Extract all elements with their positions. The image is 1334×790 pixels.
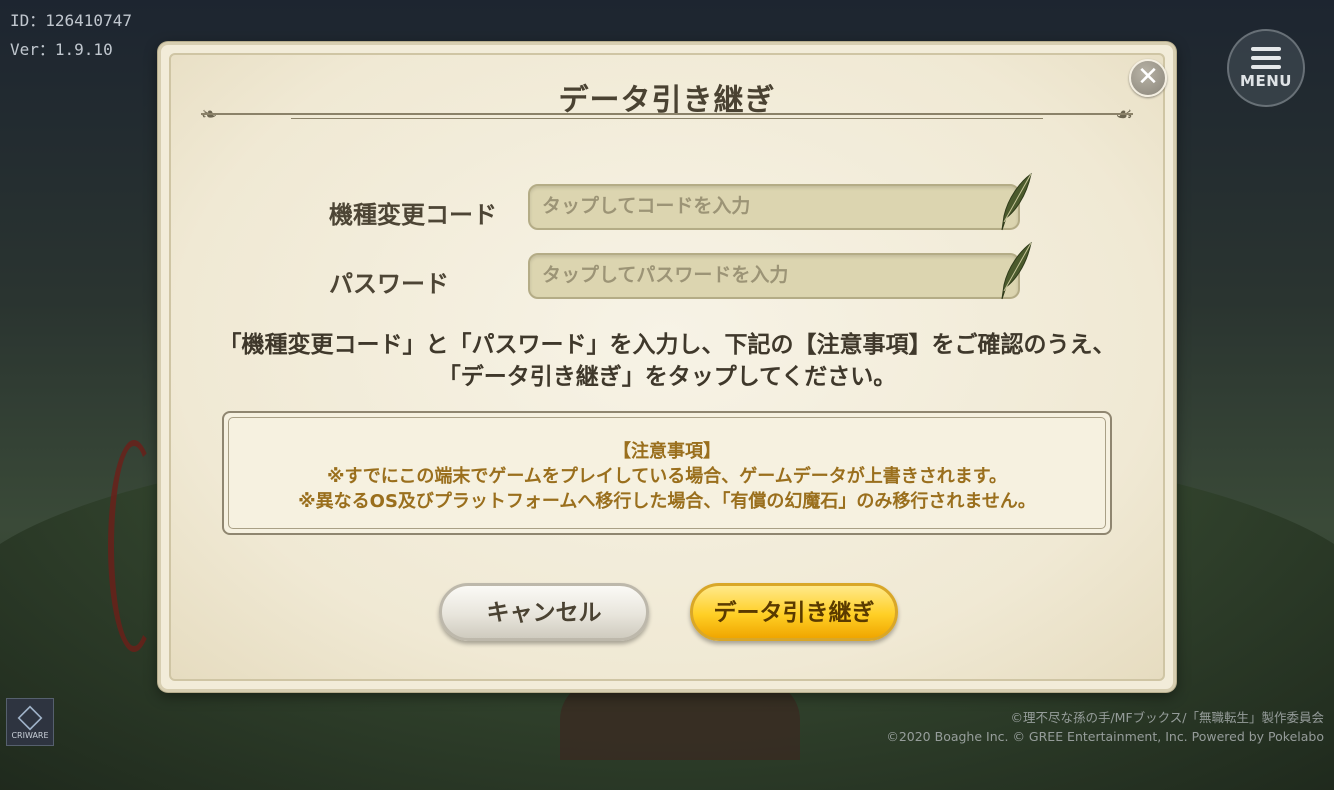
app-version: Ver：1.9.10 (10, 40, 113, 59)
notice-line-1: ※すでにこの端末でゲームをプレイしている場合、ゲームデータが上書きされます。 (327, 466, 1007, 487)
instruction-line-2: 「データ引き継ぎ」をタップしてください。 (437, 364, 897, 390)
user-id: ID：126410747 (10, 11, 132, 30)
quill-pen-icon (1001, 172, 1032, 231)
hamburger-icon (1251, 47, 1281, 69)
password-label: パスワード (329, 270, 449, 298)
data-transfer-button[interactable]: データ引き継ぎ (690, 583, 898, 641)
notice-line-2: ※異なるOS及びプラットフォームへ移行した場合、「有償の幻魔石」のみ移行されませ… (298, 491, 1036, 512)
copyright-line-2: ©2020 Boaghe Inc. © GREE Entertainment, … (886, 729, 1324, 744)
title-divider (201, 113, 1133, 115)
quill-pen-icon (1001, 241, 1032, 300)
instruction-line-1: 「機種変更コード」と「パスワード」を入力し、下記の【注意事項】をご確認のうえ、 (218, 332, 1116, 358)
copyright-text: ©理不尽な孫の手/MFブックス/「無職転生」製作委員会 ©2020 Boaghe… (886, 708, 1324, 746)
password-input[interactable] (530, 255, 994, 295)
title-divider-secondary (291, 118, 1043, 119)
criware-cube-icon (17, 705, 43, 731)
notice-box: 【注意事項】 ※すでにこの端末でゲームをプレイしている場合、ゲームデータが上書き… (222, 411, 1112, 535)
menu-label: MENU (1240, 72, 1292, 90)
cancel-button[interactable]: キャンセル (439, 583, 649, 641)
instruction-text: 「機種変更コード」と「パスワード」を入力し、下記の【注意事項】をご確認のうえ、 … (161, 329, 1173, 393)
data-transfer-dialog: ✕ ❧ ☙ データ引き継ぎ 機種変更コード パスワード 「機種変更コード」と「パ… (158, 42, 1176, 692)
device-code-input[interactable] (530, 186, 994, 226)
device-code-field[interactable] (528, 172, 1032, 231)
criware-logo: CRIWARE (6, 698, 54, 746)
criware-label: CRIWARE (11, 731, 49, 740)
password-field[interactable] (528, 241, 1032, 300)
copyright-line-1: ©理不尽な孫の手/MFブックス/「無職転生」製作委員会 (1010, 710, 1324, 725)
background-character-hair (108, 440, 160, 652)
device-code-label: 機種変更コード (329, 201, 497, 229)
background-character (560, 680, 800, 760)
menu-button[interactable]: MENU (1227, 29, 1305, 107)
notice-title: 【注意事項】 (613, 441, 721, 462)
